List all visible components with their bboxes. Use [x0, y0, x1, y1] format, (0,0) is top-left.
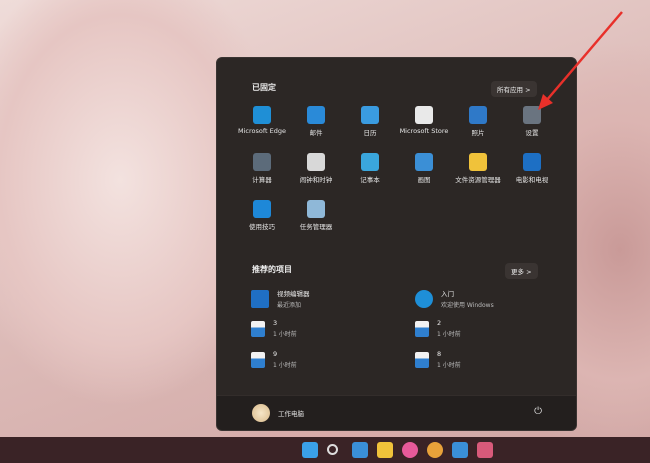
annotation-arrow-icon	[538, 11, 623, 110]
